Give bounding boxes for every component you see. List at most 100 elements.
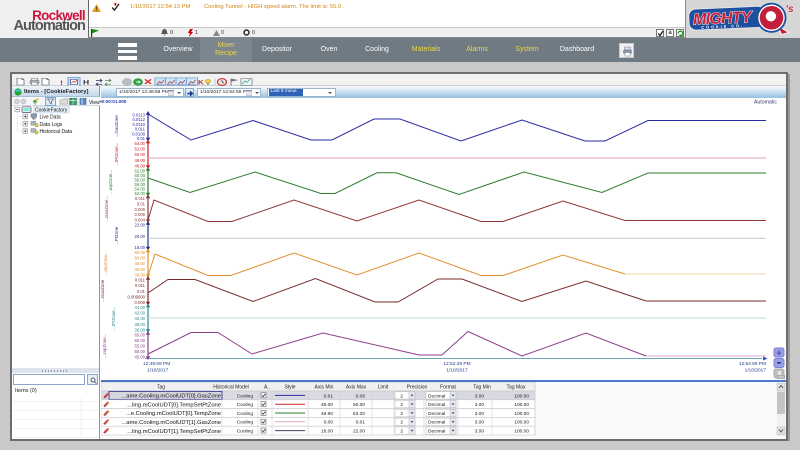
svg-text:3.00: 3.00 [475, 393, 485, 399]
svg-text:60.00: 60.00 [135, 250, 146, 255]
svg-text:...tPtZone...: ...tPtZone... [114, 143, 119, 166]
svg-text:Live Data: Live Data [40, 115, 61, 121]
svg-text:Decimal: Decimal [428, 420, 445, 426]
svg-text:0.009000: 0.009000 [128, 294, 146, 299]
svg-text:45.00: 45.00 [135, 355, 146, 360]
svg-text:Tag: Tag [157, 385, 165, 391]
svg-text:40.00: 40.00 [135, 316, 146, 321]
svg-text:100.00: 100.00 [514, 411, 529, 417]
svg-text:Tag Max: Tag Max [507, 385, 526, 391]
svg-text:3.00: 3.00 [475, 420, 485, 426]
svg-text:...GasZone...: ...GasZone... [104, 196, 109, 222]
svg-text:48.00: 48.00 [135, 158, 146, 163]
svg-text:12:52:29 PM: 12:52:29 PM [443, 361, 470, 367]
svg-text:22.00: 22.00 [135, 223, 146, 228]
svg-text:Historical Data: Historical Data [40, 129, 73, 135]
svg-text:0.01: 0.01 [356, 420, 366, 426]
svg-text:Axis Min: Axis Min [315, 385, 334, 391]
svg-text:Cooling: Cooling [237, 411, 254, 417]
svg-text:2: 2 [400, 420, 403, 426]
svg-text:42.00: 42.00 [135, 311, 146, 316]
svg-text:Decimal: Decimal [428, 411, 445, 417]
svg-text:50.00: 50.00 [353, 402, 365, 408]
svg-text:3.00: 3.00 [475, 402, 485, 408]
svg-text:0.00: 0.00 [324, 420, 334, 426]
svg-text:A..: A.. [264, 385, 270, 391]
svg-text:CookieFactory: CookieFactory [35, 108, 68, 114]
svg-text:Cooling: Cooling [237, 402, 254, 408]
svg-text:50.00: 50.00 [135, 256, 146, 261]
svg-text:Decimal: Decimal [428, 393, 445, 399]
svg-text:...GasZone: ...GasZone [101, 279, 105, 302]
svg-text:...GasZone: ...GasZone [114, 115, 119, 138]
svg-text:1/10/2017: 1/10/2017 [147, 368, 169, 374]
svg-text:20.00: 20.00 [135, 234, 146, 239]
svg-text:...tPtZone...: ...tPtZone... [111, 307, 116, 330]
svg-text:3.00: 3.00 [475, 411, 485, 417]
svg-text:50.00: 50.00 [135, 152, 146, 157]
svg-text:2: 2 [400, 429, 403, 435]
svg-text:1/10/2017: 1/10/2017 [745, 368, 767, 374]
svg-text:Cooling: Cooling [237, 429, 254, 435]
svg-text:60.00: 60.00 [135, 338, 146, 343]
svg-text:100.00: 100.00 [514, 393, 529, 399]
svg-text:38.00: 38.00 [135, 322, 146, 327]
svg-text:...mpZone...: ...mpZone... [102, 333, 107, 357]
svg-text:...ame.Cooling.mCoolUDT[0].Gas: ...ame.Cooling.mCoolUDT[0].GasZone [121, 394, 221, 400]
svg-text:18.00: 18.00 [321, 429, 333, 435]
svg-text:00:00:01.000: 00:00:01.000 [101, 99, 127, 104]
svg-text:44.00: 44.00 [135, 305, 146, 310]
svg-text:0.01: 0.01 [137, 289, 146, 294]
svg-text:54.00: 54.00 [135, 141, 146, 146]
svg-text:100.00: 100.00 [514, 429, 529, 435]
svg-text:2: 2 [400, 402, 403, 408]
svg-text:100.00: 100.00 [514, 420, 529, 426]
svg-text:22.00: 22.00 [353, 429, 365, 435]
svg-text:2: 2 [400, 411, 403, 417]
svg-text:65.00: 65.00 [135, 333, 146, 338]
svg-text:View: View [89, 100, 100, 106]
svg-text:1/10/2017: 1/10/2017 [446, 368, 468, 374]
svg-text:0.01: 0.01 [137, 201, 146, 206]
svg-text:...e.Cooling.mCoolUDT[0].TempZ: ...e.Cooling.mCoolUDT[0].TempZone [126, 411, 221, 417]
svg-text:50.00: 50.00 [135, 349, 146, 354]
svg-text:Historical Model: Historical Model [213, 385, 249, 391]
svg-text:3.00: 3.00 [475, 429, 485, 435]
svg-text:0.011: 0.011 [135, 196, 146, 201]
svg-text:0.006: 0.006 [135, 212, 146, 217]
svg-text:46.00: 46.00 [321, 402, 333, 408]
svg-text:48.80: 48.80 [321, 411, 333, 417]
svg-text:0.008: 0.008 [135, 207, 146, 212]
svg-text:2: 2 [400, 393, 403, 399]
svg-text:35.00: 35.00 [135, 267, 146, 272]
svg-text:...mpZone...: ...mpZone... [103, 251, 108, 275]
svg-text:0.011: 0.011 [135, 283, 146, 288]
svg-text:63.20: 63.20 [353, 411, 365, 417]
svg-text:Decimal: Decimal [428, 402, 445, 408]
svg-text:Style: Style [284, 385, 295, 391]
svg-text:...ame.Cooling.mCoolUDT[1].Gas: ...ame.Cooling.mCoolUDT[1].GasZone [121, 420, 221, 426]
svg-text:52.00: 52.00 [135, 147, 146, 152]
svg-text:55.00: 55.00 [135, 344, 146, 349]
svg-text:'s: 's [785, 4, 794, 15]
svg-text:Axis Max: Axis Max [346, 385, 367, 391]
svg-text:Automatic: Automatic [754, 100, 777, 106]
svg-text:12:49:59 PM: 12:49:59 PM [143, 361, 170, 367]
svg-text:...mpZone...: ...mpZone... [108, 170, 113, 194]
svg-text:45.00: 45.00 [135, 261, 146, 266]
svg-text:Cooling: Cooling [237, 393, 254, 399]
svg-text:Precision: Precision [407, 385, 428, 391]
svg-text:...ling.mCoolUDT[1].TempSetPtZ: ...ling.mCoolUDT[1].TempSetPtZone [127, 429, 221, 435]
svg-text:...PtZone: ...PtZone [114, 226, 119, 245]
svg-text:Format: Format [440, 385, 456, 391]
svg-text:Limit: Limit [378, 385, 389, 391]
svg-text:12:54:59 PM: 12:54:59 PM [739, 361, 766, 367]
svg-text:Decimal: Decimal [428, 429, 445, 435]
svg-text:...ling.mCoolUDT[0].TempSetPtZ: ...ling.mCoolUDT[0].TempSetPtZone [127, 402, 221, 408]
svg-text:0.06: 0.06 [356, 393, 366, 399]
svg-text:100.00: 100.00 [514, 402, 529, 408]
svg-text:0.011: 0.011 [135, 278, 146, 283]
svg-text:Data Logs: Data Logs [40, 122, 63, 128]
svg-text:Tag Min: Tag Min [473, 385, 491, 391]
svg-text:0.01: 0.01 [324, 393, 334, 399]
